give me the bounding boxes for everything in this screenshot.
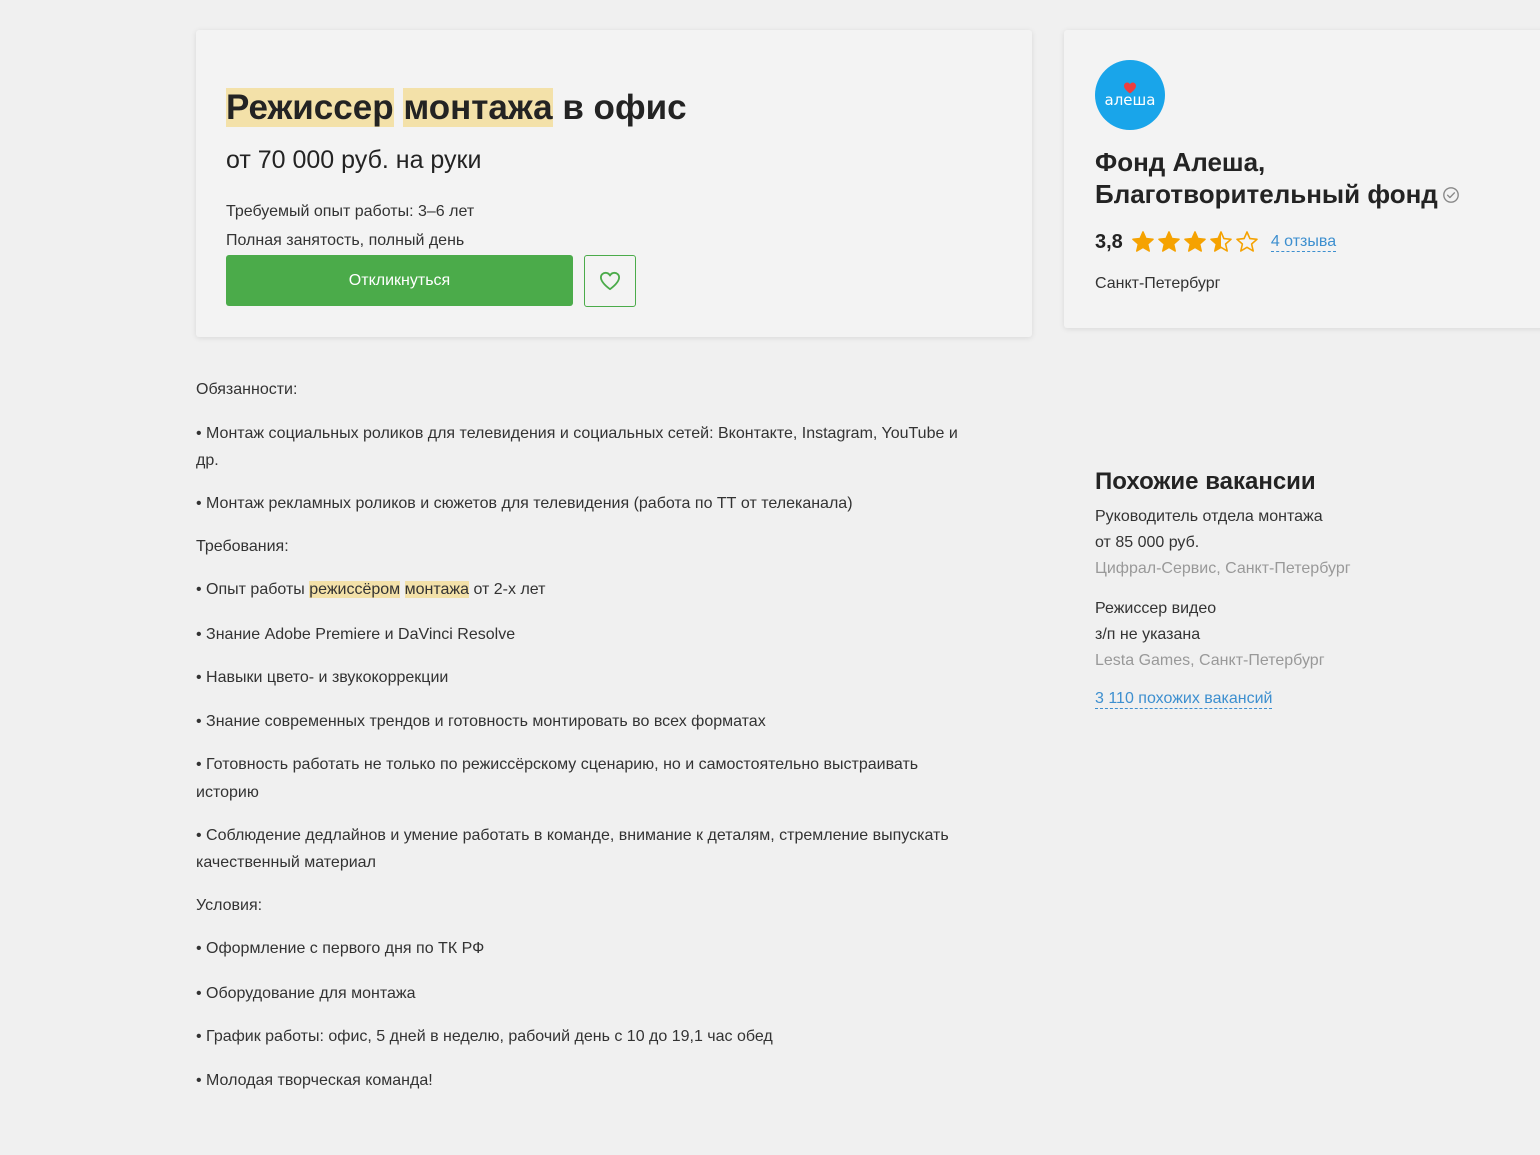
duty-item-continued: др. xyxy=(196,452,219,469)
condition-item: • График работы: офис, 5 дней в неделю, … xyxy=(196,1028,773,1045)
similar-more-link[interactable]: 3 110 похожих вакансий xyxy=(1095,690,1273,709)
star-half-icon xyxy=(1210,231,1232,252)
reviews-link[interactable]: 4 отзыва xyxy=(1270,233,1337,252)
similar-item-salary: з/п не указана xyxy=(1095,626,1201,643)
req-text: от 2-х лет xyxy=(469,581,546,598)
star-full-icon xyxy=(1132,231,1154,252)
req-highlight: монтажа xyxy=(404,581,470,598)
title-highlight: Режиссер xyxy=(226,88,394,127)
similar-item[interactable]: Руководитель отдела монтажа от 85 000 ру… xyxy=(1095,504,1351,582)
duties-heading: Обязанности: xyxy=(196,381,298,398)
similar-item-company: Lesta Games, Санкт-Петербург xyxy=(1095,652,1325,669)
requirement-item: • Опыт работы режиссёром монтажа от 2-х … xyxy=(196,576,545,603)
similar-item-company: Цифрал-Сервис, Санкт-Петербург xyxy=(1095,560,1351,577)
requirement-item: • Навыки цвето- и звукокоррекции xyxy=(196,669,449,686)
employer-name[interactable]: Фонд Алеша, Благотворительный фонд xyxy=(1095,146,1535,210)
similar-vacancies: Похожие вакансии Руководитель отдела мон… xyxy=(1095,462,1525,709)
heart-icon xyxy=(600,271,620,291)
employer-name-text[interactable]: Фонд Алеша, Благотворительный фонд xyxy=(1095,147,1438,209)
requirement-item: • Знание Adobe Premiere и DaVinci Resolv… xyxy=(196,626,516,643)
employer-card: алеша Фонд Алеша, Благотворительный фонд… xyxy=(1064,30,1540,328)
duty-item: • Монтаж рекламных роликов и сюжетов для… xyxy=(196,495,853,512)
star-empty-icon xyxy=(1236,231,1258,252)
title-space xyxy=(394,88,404,127)
requirements-heading: Требования: xyxy=(196,538,289,555)
conditions-heading: Условия: xyxy=(196,897,263,914)
vacancy-title: Режиссер монтажа в офис xyxy=(226,86,687,130)
condition-item: • Молодая творческая команда! xyxy=(196,1072,433,1089)
requirement-item: • Соблюдение дедлайнов и умение работать… xyxy=(196,827,949,844)
employer-rating: 3,8 4 отзыва xyxy=(1095,228,1337,256)
requirement-item-continued: качественный материал xyxy=(196,854,376,871)
requirement-item: • Знание современных трендов и готовност… xyxy=(196,713,766,730)
title-rest: в офис xyxy=(552,88,687,127)
condition-item: • Оборудование для монтажа xyxy=(196,985,416,1002)
condition-item: • Оформление с первого дня по ТК РФ xyxy=(196,940,485,957)
vacancy-salary: от 70 000 руб. на руки xyxy=(226,146,482,174)
duty-item: • Монтаж социальных роликов для телевиде… xyxy=(196,425,958,442)
similar-item[interactable]: Режиссер видео з/п не указана Lesta Game… xyxy=(1095,596,1325,674)
favorite-button[interactable] xyxy=(584,255,636,307)
logo-text: алеша xyxy=(1104,91,1156,109)
requirement-item-continued: историю xyxy=(196,784,259,801)
vacancy-experience: Требуемый опыт работы: 3–6 лет xyxy=(226,203,475,220)
similar-item-title[interactable]: Руководитель отдела монтажа xyxy=(1095,504,1351,530)
similar-item-salary: от 85 000 руб. xyxy=(1095,534,1200,551)
similar-title: Похожие вакансии xyxy=(1095,468,1316,495)
rating-value: 3,8 xyxy=(1095,230,1123,253)
req-highlight: режиссёром xyxy=(309,581,401,598)
requirement-item: • Готовность работать не только по режис… xyxy=(196,756,919,773)
req-text: • Опыт работы xyxy=(196,581,310,598)
employer-city: Санкт-Петербург xyxy=(1095,275,1221,292)
vacancy-employment: Полная занятость, полный день xyxy=(226,232,465,249)
star-full-icon xyxy=(1158,231,1180,252)
title-highlight: монтажа xyxy=(403,88,553,127)
similar-item-title[interactable]: Режиссер видео xyxy=(1095,596,1325,622)
rating-stars xyxy=(1131,230,1261,254)
star-full-icon xyxy=(1184,231,1206,252)
vacancy-card: Режиссер монтажа в офис от 70 000 руб. н… xyxy=(196,30,1032,337)
respond-button[interactable]: Откликнуться xyxy=(226,255,573,306)
employer-logo[interactable]: алеша xyxy=(1095,60,1165,130)
check-circle-icon xyxy=(1442,187,1459,203)
